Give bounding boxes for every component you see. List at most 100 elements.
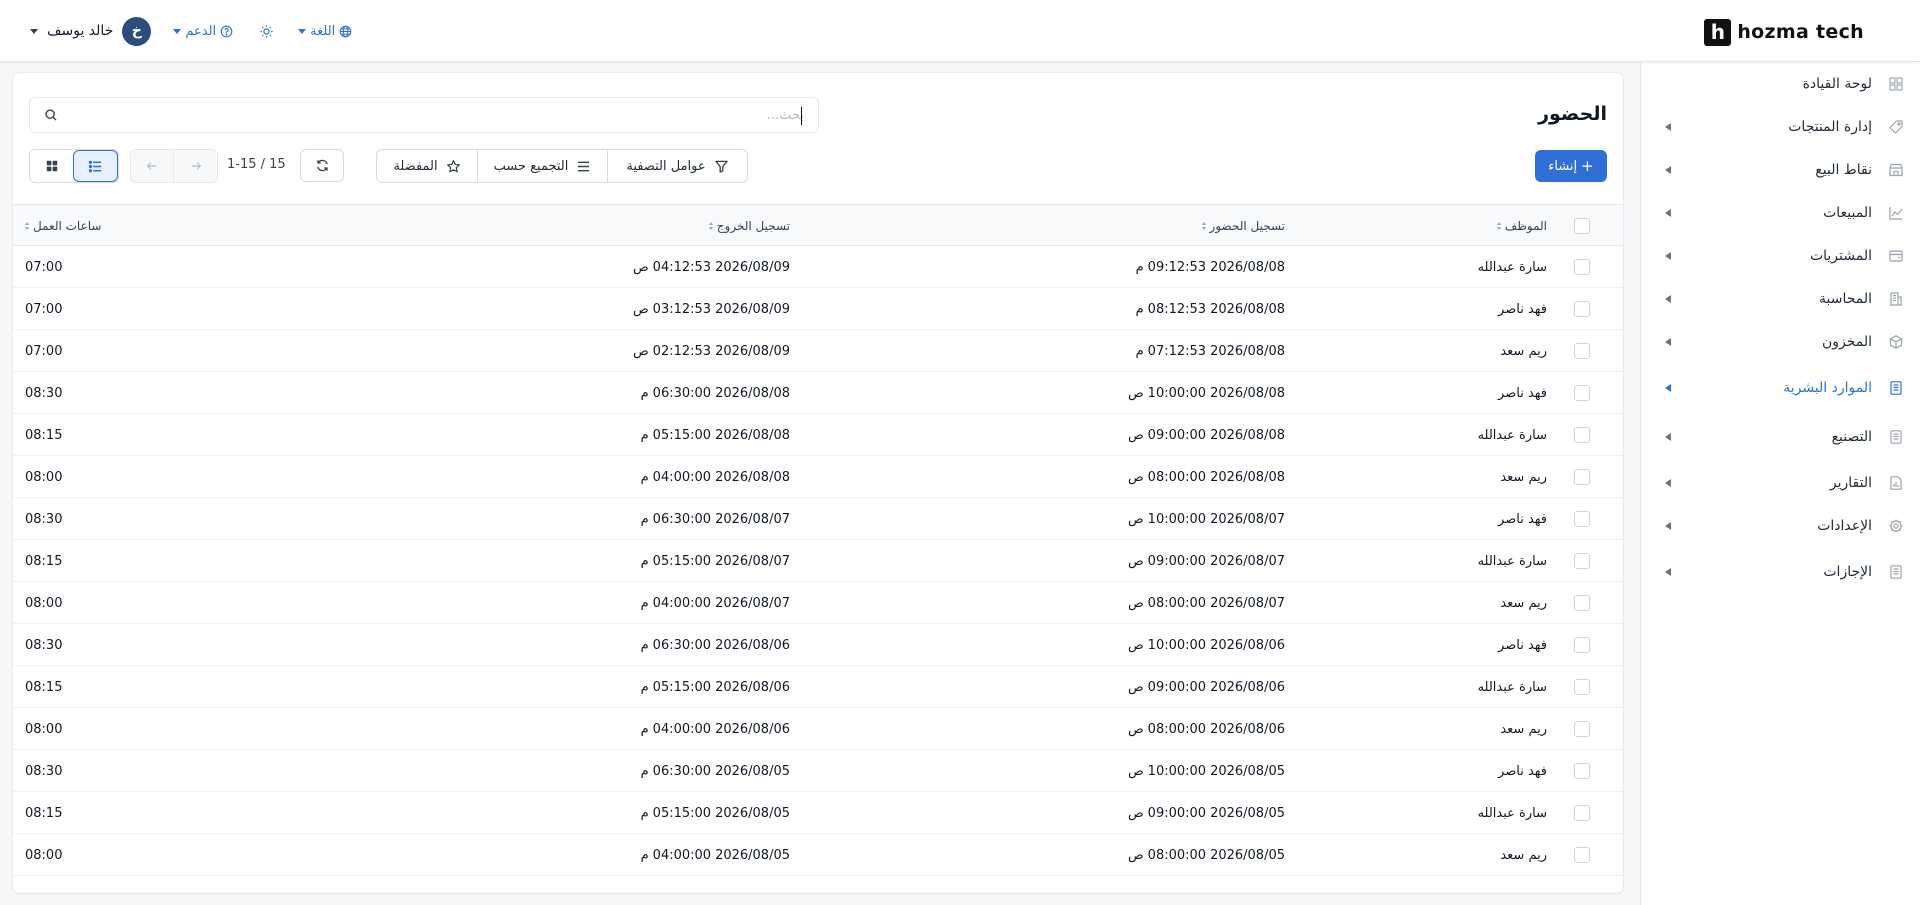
table-row[interactable]: سارة عبدالله 2026/08/07 09:00:00 ص 2026/08/0… bbox=[13, 540, 1623, 582]
check-out-date: 2026/08/09 bbox=[715, 259, 790, 275]
row-checkbox[interactable] bbox=[1573, 288, 1591, 330]
column-employee[interactable]: الموظف bbox=[1496, 205, 1547, 247]
check-in-date: 2026/08/08 bbox=[1210, 427, 1285, 443]
check-out-date: 2026/08/07 bbox=[715, 511, 790, 527]
check-out-ampm: م bbox=[640, 511, 649, 527]
row-checkbox[interactable] bbox=[1573, 708, 1591, 750]
favorites-button[interactable]: المفضلة bbox=[377, 150, 477, 182]
group-by-label: التجميع حسب bbox=[493, 158, 569, 174]
sidebar-item-6[interactable]: المخزون bbox=[1640, 324, 1920, 360]
next-page-button[interactable] bbox=[174, 150, 217, 182]
caret-left-icon bbox=[1665, 295, 1671, 303]
page-title: الحضور bbox=[1538, 103, 1607, 125]
group-by-button[interactable]: التجميع حسب bbox=[477, 150, 607, 182]
table-row[interactable]: ريم سعد 2026/08/08 07:12:53 م 2026/08/09 02:1… bbox=[13, 330, 1623, 372]
sidebar-item-5[interactable]: المحاسبة bbox=[1640, 281, 1920, 317]
row-checkbox[interactable] bbox=[1573, 498, 1591, 540]
check-in-date: 2026/08/08 bbox=[1210, 385, 1285, 401]
check-out-cell: 2026/08/09 03:12:53 ص bbox=[633, 288, 790, 330]
refresh-button[interactable] bbox=[300, 149, 344, 182]
language-menu[interactable]: اللغة bbox=[298, 24, 352, 39]
check-out-time: 04:00:00 bbox=[652, 595, 712, 611]
check-in-ampm: ص bbox=[1127, 805, 1144, 821]
table-row[interactable]: ريم سعد 2026/08/05 08:00:00 ص 2026/08/05 04:0… bbox=[13, 834, 1623, 876]
sidebar-item-label: نقاط البيع bbox=[1815, 162, 1872, 178]
row-checkbox[interactable] bbox=[1573, 456, 1591, 498]
check-in-date: 2026/08/05 bbox=[1210, 847, 1285, 863]
check-in-time: 10:00:00 bbox=[1147, 385, 1207, 401]
check-out-date: 2026/08/06 bbox=[715, 637, 790, 653]
avatar: خ bbox=[122, 16, 152, 46]
row-checkbox[interactable] bbox=[1573, 834, 1591, 876]
table-row[interactable]: فهد ناصر 2026/08/07 10:00:00 ص 2026/08/07 06:… bbox=[13, 498, 1623, 540]
sidebar-item-2[interactable]: نقاط البيع bbox=[1640, 152, 1920, 188]
search-icon[interactable] bbox=[42, 108, 58, 124]
column-check-out[interactable]: تسجيل الخروج bbox=[708, 205, 790, 247]
table-row[interactable]: سارة عبدالله 2026/08/08 09:00:00 ص 2026/08/0… bbox=[13, 414, 1623, 456]
grid-icon bbox=[45, 159, 59, 173]
row-checkbox[interactable] bbox=[1573, 666, 1591, 708]
create-button[interactable]: + إنشاء bbox=[1535, 150, 1607, 182]
row-checkbox[interactable] bbox=[1573, 750, 1591, 792]
row-checkbox[interactable] bbox=[1573, 372, 1591, 414]
check-out-time: 06:30:00 bbox=[652, 763, 712, 779]
check-out-date: 2026/08/09 bbox=[715, 301, 790, 317]
column-worked-hours[interactable]: ساعات العمل bbox=[25, 205, 101, 247]
table-row[interactable]: فهد ناصر 2026/08/08 08:12:53 م 2026/08/09 03:… bbox=[13, 288, 1623, 330]
row-checkbox[interactable] bbox=[1573, 414, 1591, 456]
sidebar-item-11[interactable]: الإجازات bbox=[1640, 554, 1920, 590]
table-row[interactable]: فهد ناصر 2026/08/08 10:00:00 ص 2026/08/08 06:… bbox=[13, 372, 1623, 414]
sidebar-item-8[interactable]: التصنيع bbox=[1640, 419, 1920, 455]
worked-hours: 07:00 bbox=[25, 301, 63, 317]
previous-page-button[interactable] bbox=[131, 150, 175, 182]
check-in-ampm: ص bbox=[1127, 469, 1144, 485]
check-in-time: 08:00:00 bbox=[1147, 847, 1207, 863]
row-checkbox[interactable] bbox=[1573, 792, 1591, 834]
check-out-cell: 2026/08/08 05:15:00 م bbox=[641, 414, 790, 456]
check-out-date: 2026/08/06 bbox=[715, 721, 790, 737]
sidebar-item-7[interactable]: الموارد البشرية bbox=[1640, 370, 1920, 406]
check-in-date: 2026/08/08 bbox=[1210, 469, 1285, 485]
check-in-cell: 2026/08/05 10:00:00 ص bbox=[1128, 750, 1285, 792]
table-row[interactable]: سارة عبدالله 2026/08/05 09:00:00 ص 2026/08/0… bbox=[13, 792, 1623, 834]
sidebar-item-10[interactable]: الإعدادات bbox=[1640, 508, 1920, 544]
search-input[interactable] bbox=[84, 98, 804, 132]
sidebar-item-9[interactable]: التقارير bbox=[1640, 465, 1920, 501]
row-checkbox[interactable] bbox=[1573, 540, 1591, 582]
row-checkbox[interactable] bbox=[1573, 330, 1591, 372]
row-checkbox[interactable] bbox=[1573, 246, 1591, 288]
filters-button[interactable]: عوامل التصفية bbox=[607, 150, 747, 182]
row-checkbox[interactable] bbox=[1573, 624, 1591, 666]
column-check-in[interactable]: تسجيل الحضور bbox=[1201, 205, 1285, 247]
support-menu[interactable]: الدعم bbox=[173, 24, 233, 39]
check-out-time: 06:30:00 bbox=[652, 511, 712, 527]
report-icon bbox=[1888, 475, 1904, 491]
check-out-date: 2026/08/07 bbox=[715, 553, 790, 569]
kanban-view-button[interactable] bbox=[30, 150, 73, 182]
gear-icon bbox=[1888, 518, 1904, 534]
table-row[interactable]: سارة عبدالله 2026/08/08 09:12:53 م 2026/08/0… bbox=[13, 246, 1623, 288]
table-row[interactable]: فهد ناصر 2026/08/06 10:00:00 ص 2026/08/06 06:… bbox=[13, 624, 1623, 666]
brand-logo[interactable]: h hozma tech bbox=[1704, 18, 1864, 46]
table-row[interactable]: سارة عبدالله 2026/08/06 09:00:00 ص 2026/08/0… bbox=[13, 666, 1623, 708]
sidebar-item-1[interactable]: إدارة المنتجات bbox=[1640, 109, 1920, 145]
check-out-date: 2026/08/08 bbox=[715, 469, 790, 485]
list-view-button[interactable] bbox=[73, 150, 118, 182]
sidebar-item-3[interactable]: المبيعات bbox=[1640, 195, 1920, 231]
select-all-checkbox[interactable] bbox=[1573, 205, 1591, 247]
table-row[interactable]: فهد ناصر 2026/08/05 10:00:00 ص 2026/08/05 06:… bbox=[13, 750, 1623, 792]
sidebar-item-0[interactable]: لوحة القيادة bbox=[1640, 66, 1920, 102]
sidebar-item-4[interactable]: المشتريات bbox=[1640, 238, 1920, 274]
check-out-date: 2026/08/07 bbox=[715, 595, 790, 611]
sort-icon bbox=[708, 222, 713, 230]
user-menu[interactable]: خالد يوسف خ bbox=[30, 16, 152, 46]
check-out-date: 2026/08/08 bbox=[715, 385, 790, 401]
check-in-ampm: ص bbox=[1127, 595, 1144, 611]
check-in-cell: 2026/08/06 09:00:00 ص bbox=[1128, 666, 1285, 708]
pager-controls bbox=[130, 149, 218, 183]
table-row[interactable]: ريم سعد 2026/08/08 08:00:00 ص 2026/08/08 04:0… bbox=[13, 456, 1623, 498]
table-row[interactable]: ريم سعد 2026/08/07 08:00:00 ص 2026/08/07 04:0… bbox=[13, 582, 1623, 624]
table-row[interactable]: ريم سعد 2026/08/06 08:00:00 ص 2026/08/06 04:0… bbox=[13, 708, 1623, 750]
theme-toggle-button[interactable] bbox=[259, 24, 274, 39]
row-checkbox[interactable] bbox=[1573, 582, 1591, 624]
